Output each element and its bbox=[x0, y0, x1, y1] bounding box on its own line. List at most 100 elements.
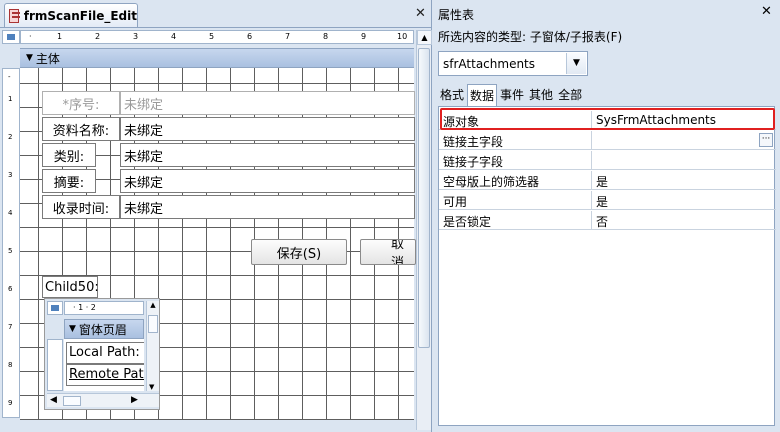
property-row-enabled[interactable]: 可用 是 bbox=[439, 191, 776, 210]
section-arrow-icon: ▼ bbox=[69, 324, 76, 334]
form-selector[interactable] bbox=[2, 30, 20, 44]
builder-ellipsis-icon[interactable]: ··· bbox=[759, 133, 773, 147]
property-value[interactable]: 是 bbox=[596, 173, 608, 190]
field-textbox-serial[interactable]: 未绑定 bbox=[120, 91, 415, 115]
form-designer: frmScanFile_Edit ✕ · 1 2 3 4 5 6 7 8 9 1… bbox=[0, 0, 432, 432]
subform-field-local-path[interactable]: Local Path: bbox=[66, 342, 144, 364]
vruler-number: 1 bbox=[8, 95, 13, 103]
property-row-locked[interactable]: 是否锁定 否 bbox=[439, 211, 776, 230]
subform-control[interactable]: · 1 · 2 ▼ 窗体页眉 Local Path: Remote Path ▲… bbox=[44, 298, 160, 410]
vruler-number: 9 bbox=[8, 399, 13, 407]
section-label: 主体 bbox=[35, 51, 60, 66]
subform-vertical-ruler bbox=[47, 339, 63, 391]
field-textbox-category[interactable]: 未绑定 bbox=[120, 143, 415, 167]
tab-event[interactable]: 事件 bbox=[498, 84, 526, 106]
object-selector[interactable]: sfrAttachments ▼ bbox=[438, 51, 588, 76]
ruler-number: 10 bbox=[397, 32, 408, 41]
tab-divider bbox=[0, 27, 432, 28]
ruler-number: 3 bbox=[133, 32, 139, 41]
subform-hscroll-thumb[interactable] bbox=[63, 396, 81, 406]
close-icon[interactable]: ✕ bbox=[415, 6, 426, 21]
property-grid: 源对象 SysFrmAttachments 链接主字段 ··· 链接子字段 空母… bbox=[438, 106, 776, 426]
vruler-number: 2 bbox=[8, 133, 13, 141]
document-tab[interactable]: frmScanFile_Edit bbox=[4, 3, 138, 27]
scroll-down-icon[interactable]: ▼ bbox=[149, 383, 154, 391]
vertical-ruler[interactable]: - 1 2 3 4 5 6 7 8 9 bbox=[2, 68, 20, 418]
field-textbox-date[interactable]: 未绑定 bbox=[120, 195, 415, 219]
document-tab-title: frmScanFile_Edit bbox=[23, 8, 137, 23]
vruler-number: 8 bbox=[8, 361, 13, 369]
tab-other[interactable]: 其他 bbox=[527, 84, 555, 106]
subform-section-label: 窗体页眉 bbox=[78, 322, 127, 337]
property-sheet: 属性表 ✕ 所选内容的类型: 子窗体/子报表(F) sfrAttachments… bbox=[433, 0, 780, 432]
property-key: 链接子字段 bbox=[443, 155, 504, 169]
property-row-link-master[interactable]: 链接主字段 ··· bbox=[439, 131, 776, 150]
vruler-number: 4 bbox=[8, 209, 13, 217]
ruler-number: 1 bbox=[57, 32, 63, 41]
subform-selector[interactable] bbox=[47, 301, 63, 315]
subform-body[interactable]: Local Path: Remote Path bbox=[64, 339, 144, 391]
child-label[interactable]: Child50: bbox=[42, 276, 99, 298]
field-label-category[interactable]: 类别: bbox=[42, 143, 96, 167]
close-icon[interactable]: ✕ bbox=[761, 4, 772, 19]
scroll-up-icon[interactable]: ▲ bbox=[417, 30, 432, 45]
subform-vscroll-thumb[interactable] bbox=[148, 315, 158, 333]
subform-vertical-scrollbar[interactable]: ▲ ▼ bbox=[146, 301, 159, 391]
subform-ruler: · 1 · 2 bbox=[64, 301, 144, 315]
ruler-number: 9 bbox=[361, 32, 367, 41]
section-arrow-icon: ▼ bbox=[26, 53, 33, 63]
property-row-link-child[interactable]: 链接子字段 bbox=[439, 151, 776, 170]
column-divider bbox=[591, 151, 592, 169]
subform-header-section[interactable]: ▼ 窗体页眉 bbox=[64, 319, 144, 339]
column-divider bbox=[591, 191, 592, 209]
subform-horizontal-scrollbar[interactable]: ◀ ▶ bbox=[47, 393, 159, 407]
vruler-number: 7 bbox=[8, 323, 13, 331]
save-button[interactable]: 保存(S) bbox=[251, 239, 347, 265]
vruler-number: 5 bbox=[8, 247, 13, 255]
property-key: 链接主字段 bbox=[443, 135, 504, 149]
vruler-number: 3 bbox=[8, 171, 13, 179]
column-divider bbox=[591, 131, 592, 149]
column-divider bbox=[591, 171, 592, 189]
ruler-number: 5 bbox=[209, 32, 215, 41]
property-row-filter-on-empty-master[interactable]: 空母版上的筛选器 是 bbox=[439, 171, 776, 190]
detail-section-bar[interactable]: ▼ 主体 bbox=[20, 48, 414, 68]
property-value[interactable]: 是 bbox=[596, 193, 608, 210]
tab-data[interactable]: 数据 bbox=[467, 84, 498, 106]
property-value[interactable]: 否 bbox=[596, 213, 608, 230]
property-key: 是否锁定 bbox=[443, 215, 492, 229]
subform-field-remote-path[interactable]: Remote Path bbox=[66, 364, 144, 386]
horizontal-ruler[interactable]: · 1 2 3 4 5 6 7 8 9 10 bbox=[20, 30, 414, 44]
property-key: 空母版上的筛选器 bbox=[443, 175, 540, 189]
cancel-button[interactable]: 取消 bbox=[360, 239, 416, 265]
scroll-left-icon[interactable]: ◀ bbox=[50, 395, 57, 405]
selection-type-label: 所选内容的类型: 子窗体/子报表(F) bbox=[438, 30, 623, 44]
vruler-number: 6 bbox=[8, 285, 13, 293]
field-label-summary[interactable]: 摘要: bbox=[42, 169, 96, 193]
chevron-down-icon[interactable]: ▼ bbox=[566, 53, 586, 74]
ruler-number: 8 bbox=[323, 32, 329, 41]
ruler-number: 4 bbox=[171, 32, 177, 41]
ruler-number: 7 bbox=[285, 32, 291, 41]
ruler-number: 2 bbox=[95, 32, 101, 41]
property-tabs: 格式 数据 事件 其他 全部 bbox=[438, 84, 585, 106]
highlight-box bbox=[440, 108, 775, 130]
field-textbox-summary[interactable]: 未绑定 bbox=[120, 169, 415, 193]
field-label-name[interactable]: 资料名称: bbox=[42, 117, 120, 141]
scroll-right-icon[interactable]: ▶ bbox=[131, 395, 138, 405]
tab-all[interactable]: 全部 bbox=[556, 84, 584, 106]
designer-scroll-thumb[interactable] bbox=[418, 48, 430, 348]
designer-vertical-scrollbar[interactable]: ▲ bbox=[416, 30, 432, 430]
property-sheet-title: 属性表 bbox=[438, 8, 475, 22]
object-selector-value: sfrAttachments bbox=[443, 56, 536, 71]
scroll-up-icon[interactable]: ▲ bbox=[147, 301, 159, 309]
form-icon bbox=[9, 8, 20, 23]
field-textbox-name[interactable]: 未绑定 bbox=[120, 117, 415, 141]
column-divider bbox=[591, 211, 592, 229]
field-label-date[interactable]: 收录时间: bbox=[42, 195, 120, 219]
tab-format[interactable]: 格式 bbox=[438, 84, 466, 106]
property-key: 可用 bbox=[443, 195, 468, 209]
field-label-serial[interactable]: *序号: bbox=[42, 91, 120, 115]
ruler-number: 6 bbox=[247, 32, 253, 41]
subform-ruler-text: · 1 · 2 bbox=[73, 303, 96, 312]
